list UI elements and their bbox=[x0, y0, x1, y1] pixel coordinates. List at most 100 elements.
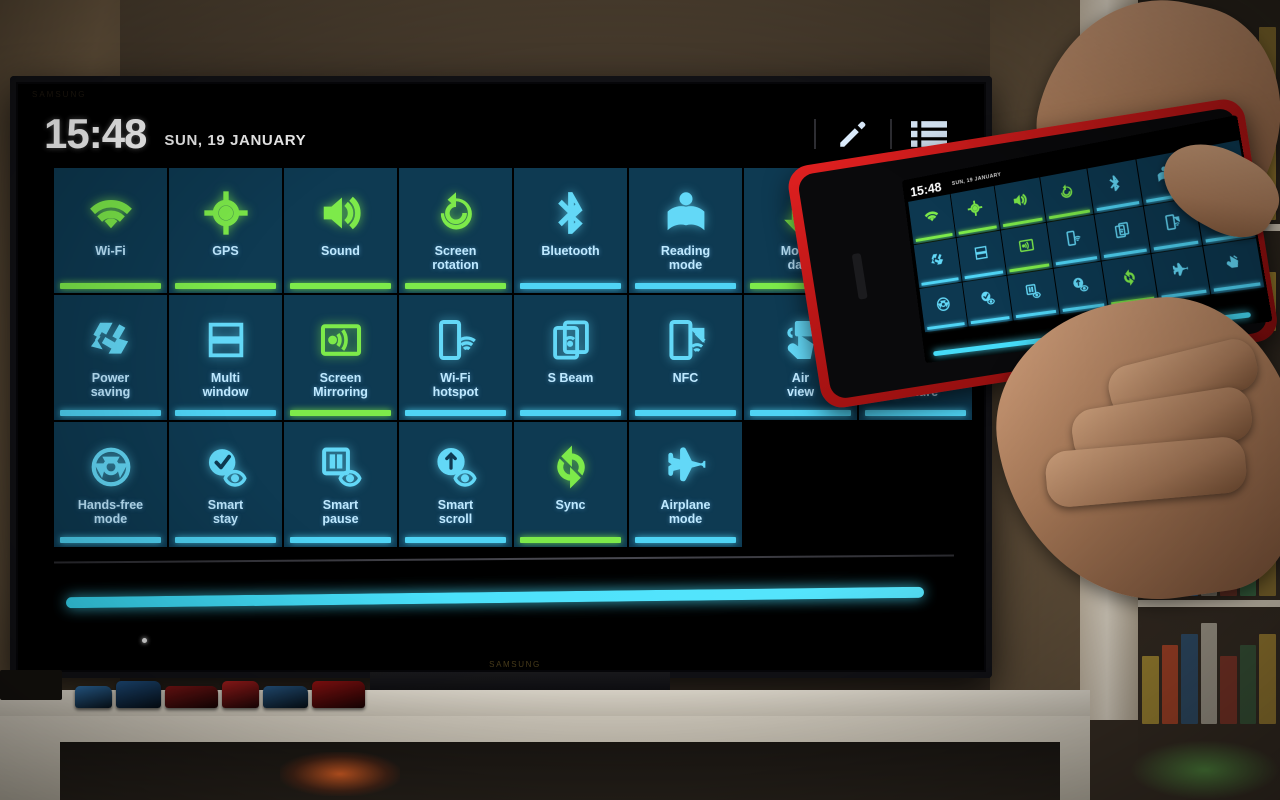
tile-smart-pause[interactable]: Smart pause bbox=[284, 422, 397, 547]
tv-power-led bbox=[142, 638, 147, 643]
tile-label: Sound bbox=[321, 244, 360, 258]
tile-smart-scroll[interactable]: Smart scroll bbox=[399, 422, 512, 547]
phone-volume-button[interactable] bbox=[851, 252, 868, 300]
tile-state-bar bbox=[290, 537, 391, 543]
tile-state-bar bbox=[927, 322, 965, 330]
airplane-mode-icon bbox=[663, 438, 709, 496]
shelf-item bbox=[1259, 633, 1277, 724]
date: SUN, 19 JANUARY bbox=[164, 131, 307, 149]
shelf-item bbox=[1220, 655, 1237, 724]
wifi-hotspot-icon bbox=[433, 311, 479, 369]
tile-smart-stay[interactable]: Smart stay bbox=[169, 422, 282, 547]
screen-rotation-icon bbox=[433, 184, 479, 242]
tile-state-bar bbox=[60, 410, 161, 416]
screen-watermark: SAMSUNG bbox=[32, 90, 87, 99]
pencil-icon[interactable] bbox=[832, 113, 874, 155]
tile-airplane-mode[interactable]: Airplane mode bbox=[629, 422, 742, 547]
shelf-item bbox=[1181, 633, 1198, 724]
toy-car-row bbox=[75, 668, 365, 708]
sync-icon bbox=[548, 438, 594, 496]
toy-car bbox=[165, 686, 218, 708]
tile-state-bar bbox=[520, 410, 621, 416]
tile-state-bar bbox=[175, 283, 276, 289]
hands-free-icon bbox=[934, 295, 951, 313]
toy-car bbox=[263, 686, 309, 708]
tile-state-bar bbox=[175, 537, 276, 543]
tile-label: Smart pause bbox=[322, 498, 359, 526]
sync-icon bbox=[1119, 267, 1139, 287]
tile-s-beam[interactable]: S Beam bbox=[514, 295, 627, 420]
nfc-icon bbox=[663, 311, 709, 369]
tile-label: Airplane mode bbox=[660, 498, 711, 526]
toy-car bbox=[75, 686, 113, 708]
brightness-slider[interactable] bbox=[65, 586, 925, 609]
power-saving-icon bbox=[88, 311, 134, 369]
tile-screen-rotation[interactable] bbox=[1040, 168, 1094, 222]
tile-label: Sync bbox=[555, 498, 586, 512]
smart-pause-icon bbox=[1023, 281, 1042, 300]
reading-mode-icon bbox=[663, 184, 709, 242]
tile-screen-rotation[interactable]: Screen rotation bbox=[399, 168, 512, 293]
tile-label: Wi-Fi bbox=[95, 244, 126, 258]
smart-stay-icon bbox=[978, 288, 996, 307]
tile-label: Bluetooth bbox=[541, 244, 600, 258]
tile-state-bar bbox=[520, 283, 621, 289]
tile-screen-mirroring[interactable]: Screen Mirroring bbox=[284, 295, 397, 420]
shelf-glow-green bbox=[1130, 740, 1280, 800]
tile-label: Screen rotation bbox=[432, 244, 479, 272]
tile-multi-window[interactable]: Multi window bbox=[169, 295, 282, 420]
tile-hands-free-mode[interactable] bbox=[919, 282, 968, 333]
shelf-item bbox=[1142, 655, 1159, 724]
multi-window-icon bbox=[203, 311, 249, 369]
tile-s-beam[interactable] bbox=[1094, 206, 1151, 261]
tile-nfc[interactable]: NFC bbox=[629, 295, 742, 420]
nfc-icon bbox=[1162, 211, 1183, 231]
tile-sync[interactable]: Sync bbox=[514, 422, 627, 547]
smart-scroll-icon bbox=[433, 438, 479, 496]
tile-state-bar bbox=[635, 283, 736, 289]
airplane-mode-icon bbox=[1169, 260, 1190, 280]
shelf-item bbox=[1200, 622, 1218, 724]
tv-stand-shelf bbox=[60, 742, 1060, 800]
header-divider-1 bbox=[814, 119, 816, 149]
quick-settings-grid[interactable]: Wi-Fi GPS Sound Screen rotation Bluetooth Read… bbox=[54, 168, 744, 547]
tile-hands-free-mode[interactable]: Hands-free mode bbox=[54, 422, 167, 547]
tile-wi-fi[interactable]: Wi-Fi bbox=[54, 168, 167, 293]
tile-label: Smart scroll bbox=[437, 498, 474, 526]
tile-wi-fi-hotspot[interactable]: Wi-Fi hotspot bbox=[399, 295, 512, 420]
header-divider-2 bbox=[890, 119, 892, 149]
tile-state-bar bbox=[520, 537, 621, 543]
toy-car bbox=[222, 681, 260, 708]
bluetooth-icon bbox=[548, 184, 594, 242]
screen-mirroring-icon bbox=[1017, 236, 1035, 255]
tile-wi-fi[interactable] bbox=[908, 194, 956, 245]
tile-smart-pause[interactable] bbox=[1007, 268, 1060, 321]
tile-power-saving[interactable] bbox=[913, 238, 962, 289]
tile-gps[interactable]: GPS bbox=[169, 168, 282, 293]
tile-screen-mirroring[interactable] bbox=[1000, 222, 1053, 275]
tile-gps[interactable] bbox=[950, 185, 1000, 238]
s-beam-icon bbox=[548, 311, 594, 369]
tile-wi-fi-hotspot[interactable] bbox=[1046, 214, 1101, 268]
tile-label: Screen Mirroring bbox=[313, 371, 368, 399]
toy-car bbox=[116, 681, 162, 708]
tile-state-bar bbox=[175, 410, 276, 416]
smart-pause-icon bbox=[318, 438, 364, 496]
tile-airplane-mode[interactable] bbox=[1151, 246, 1211, 302]
tile-reading-mode[interactable]: Reading mode bbox=[629, 168, 742, 293]
bluetooth-icon bbox=[1104, 173, 1124, 193]
tile-air-gesture[interactable] bbox=[1203, 238, 1265, 295]
tile-bluetooth[interactable] bbox=[1087, 159, 1143, 214]
tile-state-bar bbox=[290, 410, 391, 416]
tile-power-saving[interactable]: Power saving bbox=[54, 295, 167, 420]
sound-icon bbox=[1010, 190, 1028, 209]
s-beam-icon bbox=[1112, 220, 1132, 240]
tile-sound[interactable] bbox=[994, 177, 1046, 230]
tile-label: NFC bbox=[672, 371, 699, 385]
wifi-icon bbox=[923, 206, 940, 224]
tile-smart-stay[interactable] bbox=[962, 275, 1013, 327]
tile-bluetooth[interactable]: Bluetooth bbox=[514, 168, 627, 293]
tile-multi-window[interactable] bbox=[956, 230, 1007, 282]
tile-sound[interactable]: Sound bbox=[284, 168, 397, 293]
power-saving-icon bbox=[928, 250, 945, 268]
